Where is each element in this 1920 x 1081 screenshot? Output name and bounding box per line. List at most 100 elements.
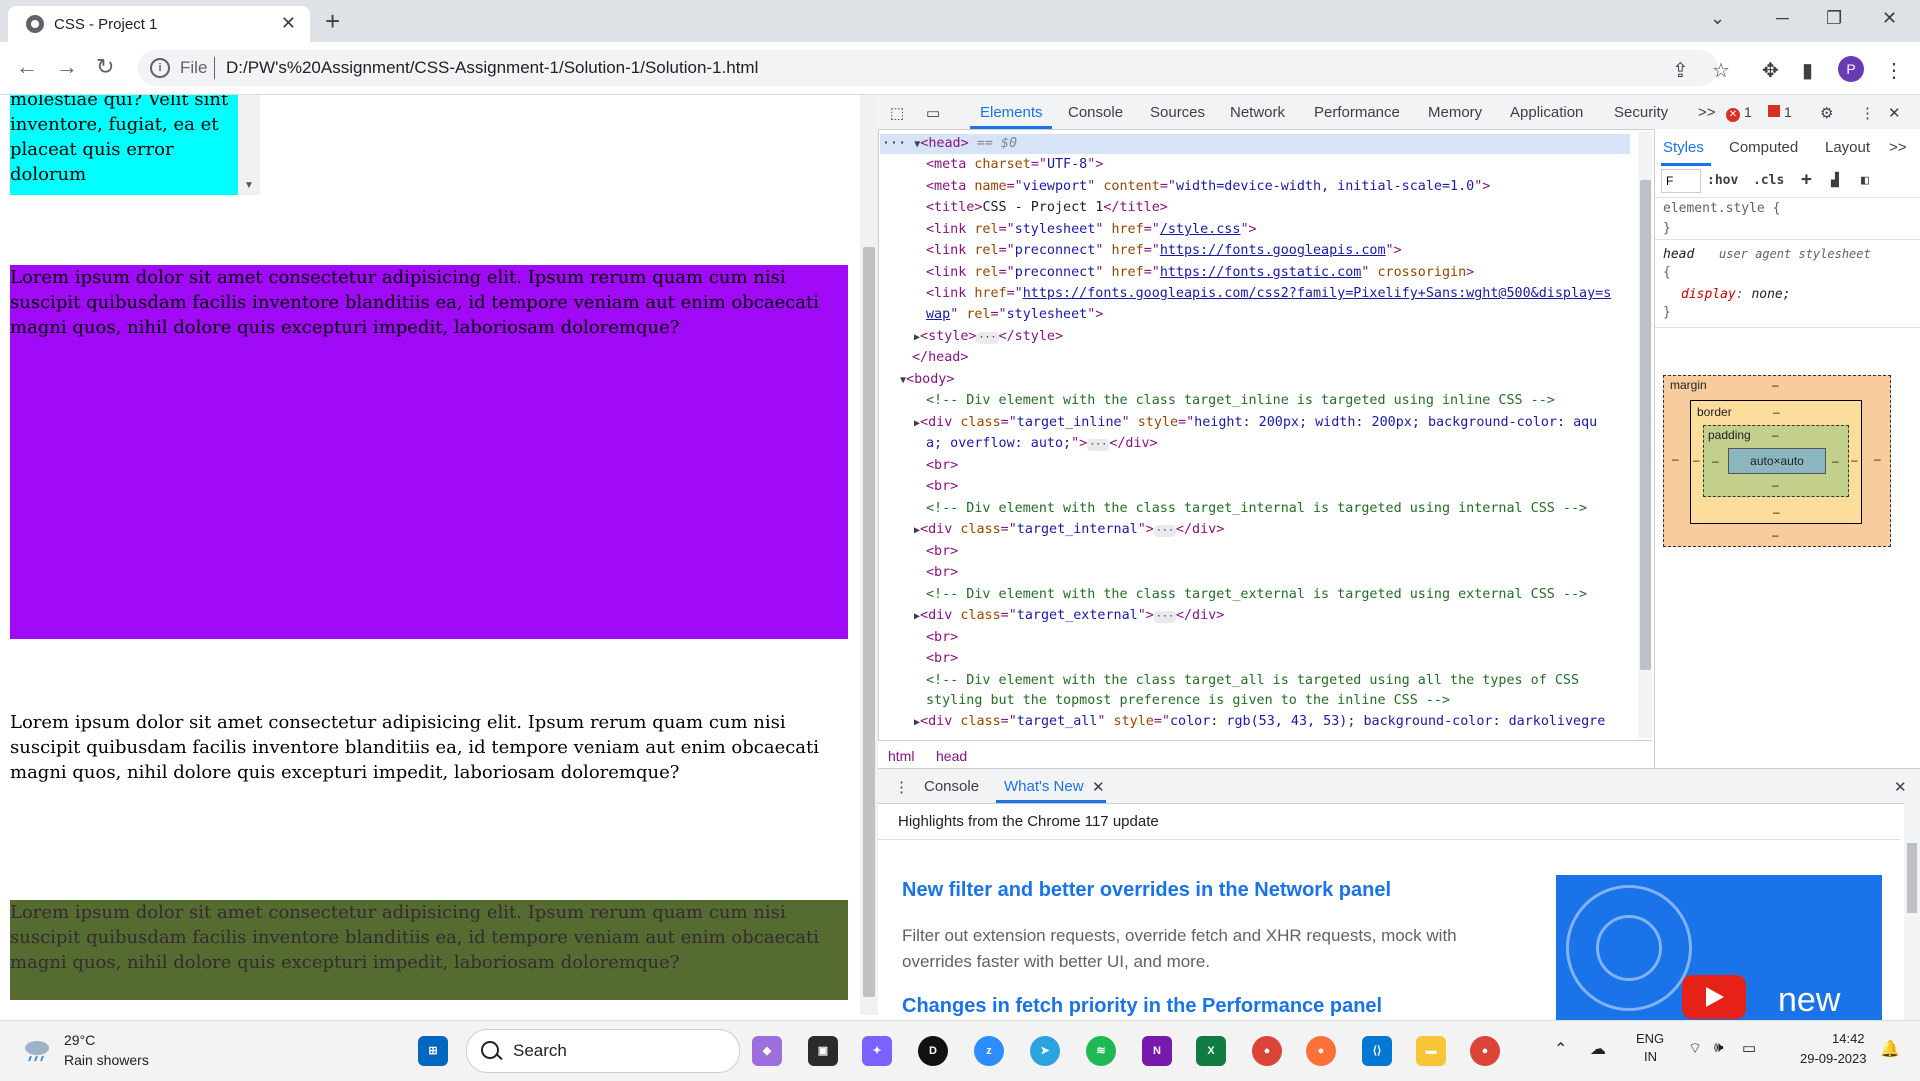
- br-node[interactable]: <br>: [926, 651, 958, 666]
- br-node[interactable]: <br>: [926, 630, 958, 645]
- drawer-tab-console[interactable]: Console: [924, 778, 979, 795]
- scroll-down-arrow-icon[interactable]: ▼: [244, 180, 254, 191]
- breadcrumb-head[interactable]: head: [936, 748, 967, 764]
- breadcrumb-html[interactable]: html: [888, 748, 914, 764]
- tab-application[interactable]: Application: [1510, 104, 1583, 121]
- task-view-icon[interactable]: ▣: [808, 1036, 838, 1066]
- meta-viewport-node[interactable]: <meta name="viewport" content="width=dev…: [926, 179, 1490, 194]
- paint-brush-icon[interactable]: ▟: [1831, 173, 1839, 188]
- br-node[interactable]: <br>: [926, 565, 958, 580]
- side-panel-icon[interactable]: ▮: [1802, 58, 1813, 83]
- chrome-icon[interactable]: ●: [1252, 1036, 1282, 1066]
- devtools-close-icon[interactable]: ✕: [1888, 104, 1901, 122]
- drawer-close-icon[interactable]: ✕: [1894, 778, 1907, 796]
- elements-scrollbar[interactable]: [1638, 132, 1652, 738]
- forward-arrow-icon[interactable]: →: [56, 54, 78, 80]
- tab-memory[interactable]: Memory: [1428, 104, 1482, 121]
- settings-gear-icon[interactable]: ⚙: [1820, 104, 1833, 122]
- tab-styles[interactable]: Styles: [1663, 139, 1704, 156]
- zoom-icon[interactable]: z: [974, 1036, 1004, 1066]
- new-tab-button[interactable]: +: [325, 6, 340, 37]
- styles-filter-input[interactable]: F: [1661, 169, 1701, 193]
- copilot-pre-icon[interactable]: ◆: [752, 1036, 782, 1066]
- whats-new-heading-performance[interactable]: Changes in fetch priority in the Perform…: [902, 995, 1382, 1018]
- box-model-margin[interactable]: margin – – – – border – – – – padding – …: [1663, 375, 1891, 547]
- spotify-icon[interactable]: ≋: [1086, 1036, 1116, 1066]
- tab-close-button[interactable]: ✕: [281, 13, 296, 34]
- browser-menu-icon[interactable]: ⋮: [1884, 58, 1904, 83]
- div-target-all-node[interactable]: ▶<div class="target_all" style="color: r…: [914, 714, 1605, 729]
- onedrive-cloud-icon[interactable]: ☁: [1590, 1039, 1606, 1059]
- page-scrollbar[interactable]: [860, 95, 878, 1015]
- body-node[interactable]: ▼<body>: [900, 372, 954, 387]
- volume-icon[interactable]: 🕪: [1714, 1039, 1723, 1056]
- whats-new-heading-network[interactable]: New filter and better overrides in the N…: [902, 879, 1391, 902]
- url-text[interactable]: D:/PW's%20Assignment/CSS-Assignment-1/So…: [226, 58, 758, 78]
- onenote-icon[interactable]: N: [1142, 1036, 1172, 1066]
- extensions-puzzle-icon[interactable]: ✥: [1762, 58, 1779, 83]
- rain-cloud-icon[interactable]: [22, 1037, 52, 1063]
- more-tabs-button[interactable]: >>: [1698, 104, 1716, 121]
- div-target-external-node[interactable]: ▶<div class="target_external"> ··· </div>: [914, 608, 1224, 623]
- tab-computed[interactable]: Computed: [1729, 139, 1798, 156]
- more-style-tabs-button[interactable]: >>: [1889, 139, 1907, 156]
- link-preconnect-node[interactable]: <link rel="preconnect" href="https://fon…: [926, 265, 1474, 280]
- share-icon[interactable]: ⇪: [1672, 58, 1689, 83]
- new-rule-plus-icon[interactable]: +: [1801, 169, 1812, 190]
- tab-security[interactable]: Security: [1614, 104, 1668, 121]
- tab-search-chevron-icon[interactable]: ⌄: [1710, 8, 1725, 29]
- browser-tab[interactable]: CSS - Project 1 ✕: [8, 6, 310, 42]
- dell-icon[interactable]: D: [918, 1036, 948, 1066]
- br-node[interactable]: <br>: [926, 544, 958, 559]
- target-inline-box[interactable]: molestiae qui? Velit sint inventore, fug…: [10, 95, 238, 195]
- profile-avatar[interactable]: P: [1838, 56, 1864, 82]
- meta-charset-node[interactable]: <meta charset="UTF-8">: [926, 157, 1103, 172]
- copilot-icon[interactable]: ✦: [862, 1036, 892, 1066]
- inspect-element-icon[interactable]: ⬚: [890, 104, 904, 122]
- element-style-rule[interactable]: element.style {: [1663, 201, 1780, 216]
- reload-icon[interactable]: ↻: [96, 54, 114, 80]
- cls-toggle[interactable]: .cls: [1753, 173, 1784, 188]
- link-fonts-node[interactable]: <link href="https://fonts.googleapis.com…: [926, 286, 1611, 301]
- telegram-icon[interactable]: ➤: [1030, 1036, 1060, 1066]
- box-model-padding[interactable]: padding – – – – auto×auto: [1703, 425, 1849, 497]
- tab-sources[interactable]: Sources: [1150, 104, 1205, 121]
- box-model-border[interactable]: border – – – – padding – – – – auto×auto: [1690, 400, 1862, 524]
- maximize-button[interactable]: ❐: [1826, 8, 1842, 29]
- clock-time[interactable]: 14:42: [1832, 1031, 1865, 1046]
- style-node[interactable]: ▶<style> ··· </style>: [914, 329, 1063, 344]
- vscode-icon[interactable]: ⟨⟩: [1362, 1036, 1392, 1066]
- page-scroll-thumb[interactable]: [863, 247, 875, 997]
- youtube-play-icon[interactable]: [1682, 975, 1746, 1019]
- file-explorer-icon[interactable]: ▬: [1416, 1036, 1446, 1066]
- br-node[interactable]: <br>: [926, 458, 958, 473]
- language-eng[interactable]: ENG: [1636, 1031, 1664, 1046]
- bookmark-star-icon[interactable]: ☆: [1712, 58, 1730, 83]
- box-model-content[interactable]: auto×auto: [1728, 448, 1826, 474]
- tab-console[interactable]: Console: [1068, 104, 1123, 121]
- clock-date[interactable]: 29-09-2023: [1800, 1051, 1867, 1066]
- chrome-active-icon[interactable]: ●: [1470, 1036, 1500, 1066]
- battery-icon[interactable]: ▭: [1742, 1039, 1756, 1057]
- link-stylesheet-node[interactable]: <link rel="stylesheet" href="/style.css"…: [926, 222, 1257, 237]
- drawer-tab-close-icon[interactable]: ✕: [1092, 778, 1105, 796]
- site-info-icon[interactable]: i: [150, 58, 170, 78]
- tab-elements[interactable]: Elements: [980, 104, 1043, 121]
- hov-toggle[interactable]: :hov: [1707, 173, 1738, 188]
- minimize-button[interactable]: ─: [1776, 8, 1789, 29]
- close-window-button[interactable]: ✕: [1882, 8, 1897, 29]
- wifi-icon[interactable]: ⌔: [1688, 1039, 1702, 1058]
- tab-performance[interactable]: Performance: [1314, 104, 1400, 121]
- toggle-sidebar-icon[interactable]: ◧: [1861, 173, 1869, 188]
- device-toolbar-icon[interactable]: ▭: [926, 104, 940, 122]
- back-arrow-icon[interactable]: ←: [16, 54, 38, 80]
- error-count-badge[interactable]: ✕ 1: [1726, 104, 1752, 122]
- drawer-scroll-thumb[interactable]: [1907, 843, 1917, 913]
- address-bar[interactable]: i File D:/PW's%20Assignment/CSS-Assignme…: [138, 50, 1718, 86]
- title-node[interactable]: <title>CSS - Project 1</title>: [926, 200, 1168, 215]
- tab-network[interactable]: Network: [1230, 104, 1285, 121]
- head-rule-selector[interactable]: head: [1663, 247, 1694, 262]
- br-node[interactable]: <br>: [926, 479, 958, 494]
- drawer-tab-whats-new[interactable]: What's New: [1004, 778, 1084, 795]
- rule-declaration[interactable]: display: none;: [1681, 287, 1791, 302]
